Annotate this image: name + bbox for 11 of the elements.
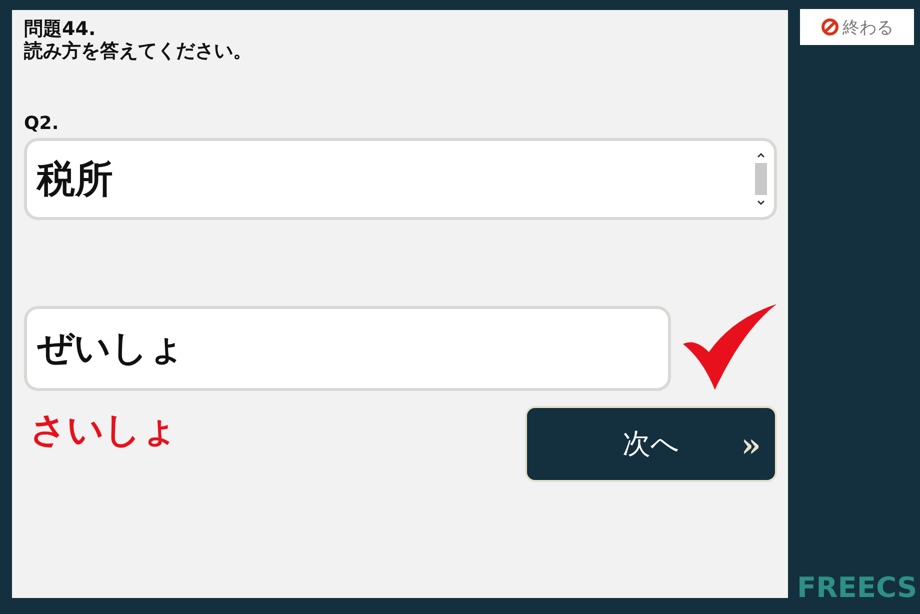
- answer-field[interactable]: ぜいしょ: [24, 306, 672, 390]
- double-chevron-icon: »: [741, 426, 761, 464]
- question-label: Q2.: [24, 114, 60, 134]
- reading-text: さいしょ: [29, 409, 178, 453]
- prohibited-icon: [820, 18, 839, 36]
- logo: FREECS: [797, 571, 918, 604]
- next-button[interactable]: 次へ »: [525, 406, 777, 482]
- question-number: 問題44.: [24, 18, 97, 40]
- instruction-text: 読み方を答えてください。: [24, 40, 253, 62]
- question-text: 税所: [37, 156, 114, 202]
- end-button[interactable]: 終わる: [800, 9, 914, 45]
